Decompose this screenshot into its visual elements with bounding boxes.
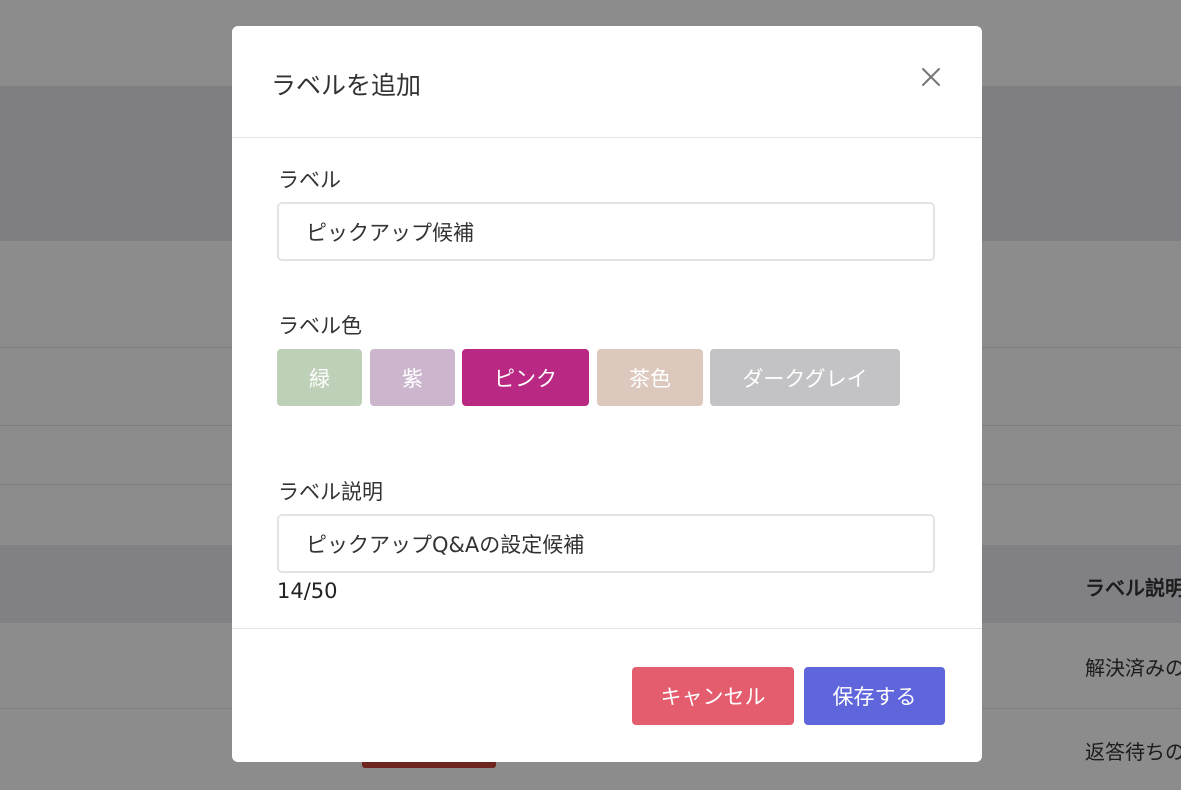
- label-name-label: ラベル: [278, 168, 341, 192]
- label-color-label: ラベル色: [278, 314, 362, 338]
- dialog-header: ラベルを追加: [232, 26, 982, 138]
- character-counter: 14/50: [277, 579, 338, 603]
- color-option-green[interactable]: 緑: [277, 349, 362, 406]
- color-option-pink[interactable]: ピンク: [462, 349, 589, 406]
- page: ラベル説明 解決済みの 返答待ちの ラベルを追加 ラベル ラベル色 緑 紫 ピン…: [0, 0, 1181, 790]
- add-label-dialog: ラベルを追加 ラベル ラベル色 緑 紫 ピンク 茶色 ダークグレイ ラベル説明 …: [232, 26, 982, 762]
- label-description-input[interactable]: [277, 514, 935, 573]
- footer-divider: [232, 628, 982, 629]
- label-name-input[interactable]: [277, 202, 935, 261]
- color-option-brown[interactable]: 茶色: [597, 349, 703, 406]
- close-icon: [922, 68, 940, 86]
- color-option-dark-gray[interactable]: ダークグレイ: [710, 349, 900, 406]
- color-option-purple[interactable]: 紫: [370, 349, 455, 406]
- label-description-label: ラベル説明: [278, 480, 383, 504]
- dialog-title: ラベルを追加: [271, 71, 422, 100]
- close-button[interactable]: [916, 62, 946, 92]
- cancel-button[interactable]: キャンセル: [632, 667, 794, 725]
- save-button[interactable]: 保存する: [804, 667, 945, 725]
